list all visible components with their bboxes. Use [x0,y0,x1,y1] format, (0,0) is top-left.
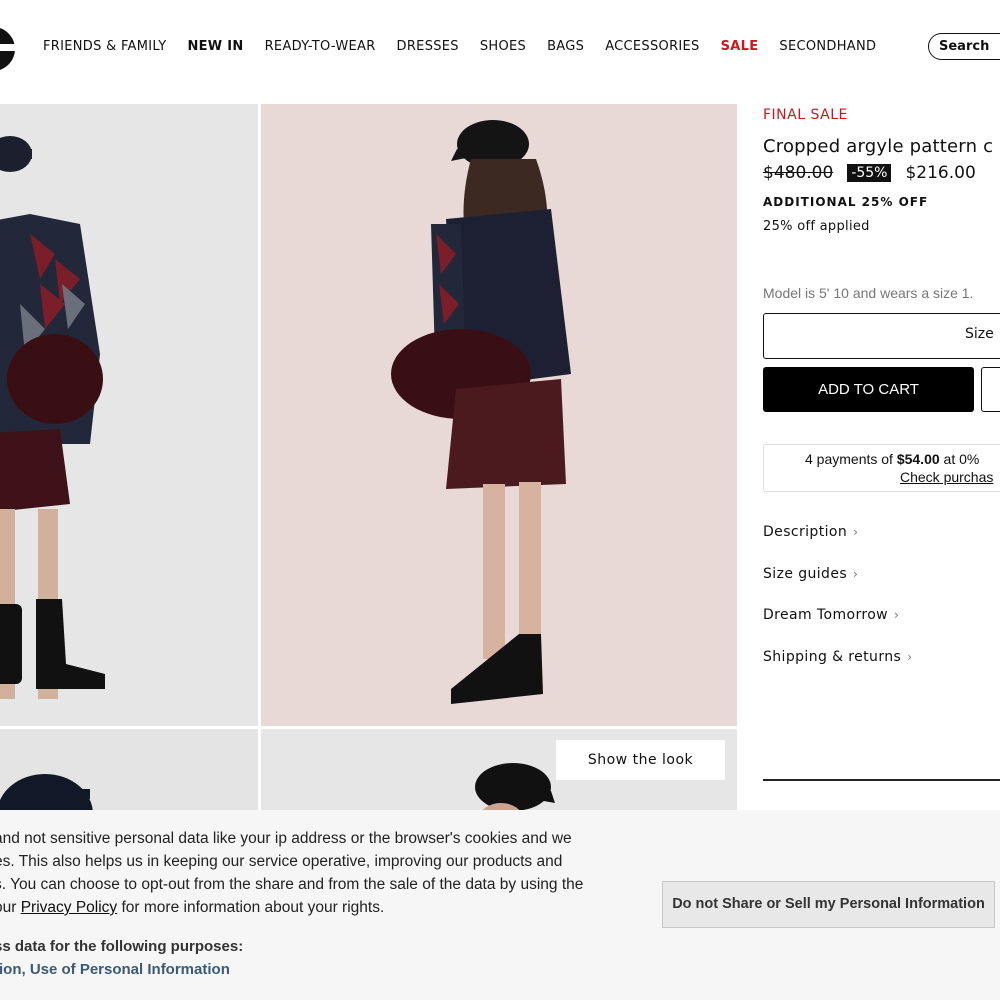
chevron-right-icon: › [853,567,859,581]
payments-suffix: at 0% [939,451,980,467]
original-price: $480.00 [763,163,834,183]
check-purchase-link[interactable]: Check purchas [900,469,993,485]
product-image-back[interactable] [261,104,737,726]
accordion-description[interactable]: Description › [763,524,858,540]
sale-price: $216.00 [905,163,976,183]
cookie-line-4: our Privacy Policy for more information … [0,896,614,919]
price-row: $480.00 -55% $216.00 [763,163,976,183]
model-size-note: Model is 5' 10 and wears a size 1. [763,285,974,301]
final-sale-badge: FINAL SALE [763,107,848,123]
show-the-look-button[interactable]: Show the look [556,740,725,780]
add-to-cart-button[interactable]: ADD TO CART [763,367,974,412]
purposes-heading: ss data for the following purposes: [0,938,244,955]
nav-new-in[interactable]: NEW IN [187,39,243,54]
accordion-dream-tomorrow-label: Dream Tomorrow [763,607,889,623]
nav-accessories[interactable]: ACCESSORIES [605,39,699,54]
cookie-line-1: and not sensitive personal data like you… [0,830,572,847]
cookie-consent-banner: and not sensitive personal data like you… [0,810,1000,1000]
cookie-line-2: es. This also helps us in keeping our se… [0,853,563,870]
privacy-policy-link[interactable]: Privacy Policy [21,899,117,916]
product-gallery [0,104,738,829]
accordion-description-label: Description [763,524,848,540]
nav-bags[interactable]: BAGS [547,39,584,54]
chevron-right-icon: › [894,608,900,622]
search-button[interactable]: Search [928,33,1000,60]
size-selector[interactable]: Size [763,313,1000,359]
wishlist-button[interactable] [981,367,1000,412]
nav-ready-to-wear[interactable]: READY-TO-WEAR [265,39,376,54]
size-label: Size [965,326,994,342]
nav-friends-family[interactable]: FRIENDS & FAMILY [43,39,166,54]
payments-prefix: 4 payments of [805,451,897,467]
cookie-line-4-prefix: our [0,899,17,916]
search-label: Search [939,39,990,54]
product-title: Cropped argyle pattern c [763,136,994,157]
section-divider [763,779,1000,781]
accordion-shipping-returns-label: Shipping & returns [763,649,902,665]
product-page: FRIENDS & FAMILY NEW IN READY-TO-WEAR DR… [0,0,1000,1000]
nav-sale[interactable]: SALE [721,39,759,54]
additional-discount: ADDITIONAL 25% OFF [763,195,929,209]
cookie-line-3: s. You can choose to opt-out from the sh… [0,876,584,893]
accordion-size-guides-label: Size guides [763,566,848,582]
discount-applied-note: 25% off applied [763,219,870,234]
nav-secondhand[interactable]: SECONDHAND [779,39,876,54]
brand-logo[interactable] [0,22,16,76]
payments-amount: $54.00 [896,451,940,467]
cookie-notice-text: and not sensitive personal data like you… [0,827,614,919]
site-header: FRIENDS & FAMILY NEW IN READY-TO-WEAR DR… [0,0,1000,96]
nav-shoes[interactable]: SHOES [480,39,526,54]
chevron-right-icon: › [907,650,913,664]
do-not-sell-button[interactable]: Do not Share or Sell my Personal Informa… [662,881,995,928]
chevron-right-icon: › [853,525,859,539]
product-image-front[interactable] [0,104,258,726]
main-nav: FRIENDS & FAMILY NEW IN READY-TO-WEAR DR… [43,39,897,54]
accordion-dream-tomorrow[interactable]: Dream Tomorrow › [763,607,899,623]
accordion-shipping-returns[interactable]: Shipping & returns › [763,649,912,665]
model-front-illustration [0,136,105,699]
installment-payments-box: 4 payments of $54.00 at 0% Check purchas [763,444,1000,492]
discount-badge: -55% [847,164,892,182]
model-back-illustration [391,120,571,704]
nav-dresses[interactable]: DRESSES [397,39,459,54]
purposes-links[interactable]: tion, Use of Personal Information [0,961,230,978]
accordion-size-guides[interactable]: Size guides › [763,566,858,582]
cookie-line-4-suffix: for more information about your rights. [117,899,385,916]
